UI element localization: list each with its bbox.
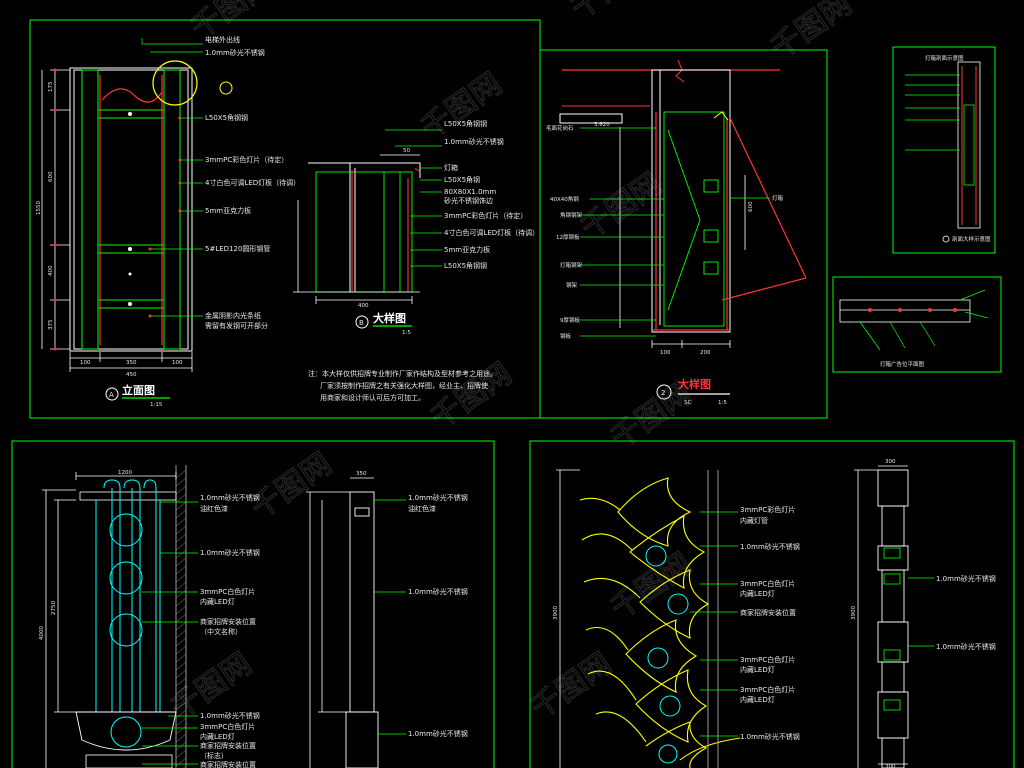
callout-c-7: （中文名称）	[200, 627, 242, 636]
callout-e-5: 内藏LED灯	[740, 589, 775, 598]
callout-a-3: L50X5角钢钢	[205, 113, 248, 122]
dim-bottom-3: 100	[172, 360, 183, 366]
dim-e-left: 3900	[553, 606, 559, 620]
dim-b-top: 50	[403, 148, 410, 154]
callout-e-4: 3mmPC白色灯片	[740, 579, 795, 588]
callout-2-4: 12厚钢板	[556, 233, 580, 241]
dim-f-bottom: 300	[885, 764, 896, 768]
callout-e-8: 内藏LED灯	[740, 665, 775, 674]
callout-c-3: 1.0mm砂光不锈钢	[200, 548, 260, 557]
callout-d-4: 1.0mm砂光不锈钢	[408, 729, 468, 738]
elevation-mark: 3.620	[594, 122, 610, 128]
section-scale-b: 1:5	[402, 330, 411, 336]
callout-2-7: 9厚钢板	[560, 316, 580, 324]
callout-e-2: 内藏灯管	[740, 516, 768, 525]
dim-f-left: 3900	[851, 606, 857, 620]
callout-e-7: 3mmPC白色灯片	[740, 655, 795, 664]
callout-2-6: 钢架	[566, 281, 578, 289]
callout-b-9: 5mm亚克力板	[444, 245, 490, 254]
callout-d-2: 油红色漆	[408, 504, 436, 513]
callout-b-7: 3mmPC彩色灯片（待定）	[444, 211, 527, 220]
cad-drawing-sheet: 175 600 1550 400 375 100 350 100 450 电梯外…	[0, 0, 1024, 768]
callout-2-8: 钢板	[560, 332, 572, 340]
callout-2-1: 毛面花岗石	[546, 124, 574, 132]
dim-bottom-1: 100	[80, 360, 91, 366]
callout-f-1: 1.0mm砂光不锈钢	[936, 574, 996, 583]
small-bottom-title: 灯箱广告位平面图	[880, 360, 925, 368]
callout-f-2: 1.0mm砂光不锈钢	[936, 642, 996, 651]
callout-b-10: L50X5角钢钢	[444, 261, 487, 270]
callout-e-10: 内藏LED灯	[740, 695, 775, 704]
callout-a-6: 5mm亚克力板	[205, 206, 251, 215]
callout-b-4: L50X5角钢	[444, 175, 480, 184]
dim-2-bottom-2: 200	[700, 350, 711, 356]
callout-b-5: 80X80X1.0mm	[444, 188, 496, 196]
callout-c-5: 内藏LED灯	[200, 597, 235, 606]
callout-e-11: 1.0mm砂光不锈钢	[740, 732, 800, 741]
dim-left-1: 175	[48, 81, 54, 92]
callout-a-5: 4寸白色可调LED灯板（待调）	[205, 178, 300, 187]
dim-2-right-1: 600	[748, 201, 754, 212]
dim-c-left-2: 2750	[51, 601, 57, 615]
callout-b-8: 4寸白色可调LED灯板（待调）	[444, 228, 539, 237]
dim-c-top: 1200	[118, 470, 132, 476]
callout-c-9: 3mmPC白色灯片	[200, 722, 255, 731]
dim-b-bottom: 400	[358, 303, 369, 309]
dim-left-2: 600	[48, 171, 54, 182]
callout-a-7: 5#LED120圆形钢管	[205, 244, 270, 253]
dim-total: 450	[126, 372, 137, 378]
callout-2-right: 灯箱	[772, 194, 784, 202]
callout-a-4: 3mmPC彩色灯片（待定）	[205, 155, 288, 164]
callout-d-1: 1.0mm砂光不锈钢	[408, 493, 468, 502]
section-title-a: 立面图	[122, 383, 155, 397]
section-title-b: 大样图	[373, 311, 406, 325]
callout-c-11: 商家招牌安装位置	[200, 741, 256, 750]
callout-c-8: 1.0mm砂光不锈钢	[200, 711, 260, 720]
callout-c-6: 商家招牌安装位置	[200, 617, 256, 626]
callout-e-6: 商家招牌安装位置	[740, 608, 796, 617]
callout-e-3: 1.0mm砂光不锈钢	[740, 542, 800, 551]
callout-c-13: 商家招牌安装位置	[200, 760, 256, 768]
note-line-3: 用商家和设计师认可后方可加工。	[320, 393, 425, 402]
dim-2-bottom-1: 100	[660, 350, 671, 356]
callout-e-1: 3mmPC彩色灯片	[740, 505, 795, 514]
callout-a-8: 金属阴影内光条纸	[205, 311, 261, 320]
dim-d-top: 350	[356, 471, 367, 477]
dim-c-left-1: 4000	[39, 626, 45, 640]
section-letter-b: B	[359, 319, 364, 327]
dim-bottom-2: 350	[126, 360, 137, 366]
callout-a-2: 1.0mm砂光不锈钢	[205, 48, 265, 57]
callout-2-5: 灯箱钢架	[560, 261, 583, 269]
callout-c-4: 3mmPC白色灯片	[200, 587, 255, 596]
dim-left-4: 400	[48, 265, 54, 276]
callout-b-6: 砂光不锈钢饰边	[444, 196, 493, 205]
section-scale-a: 1:15	[150, 402, 163, 408]
small-top-title: 灯箱剖面示意图	[925, 54, 964, 62]
small-top-label: 剖面大样示意图	[952, 235, 991, 243]
callout-c-2: 油红色漆	[200, 504, 228, 513]
dim-f-top: 300	[885, 459, 896, 465]
dim-left-3: 1550	[36, 201, 42, 215]
callout-a-9: 需留有发钢可开部分	[205, 321, 268, 330]
callout-e-9: 3mmPC白色灯片	[740, 685, 795, 694]
section-scale-2: 1:5	[718, 400, 727, 406]
callout-b-3: 灯箱	[444, 163, 458, 172]
callout-d-3: 1.0mm砂光不锈钢	[408, 587, 468, 596]
dim-left-5: 375	[48, 319, 54, 330]
section-letter-a: A	[109, 391, 114, 399]
callout-c-10: 内藏LED灯	[200, 732, 235, 741]
callout-b-2: 1.0mm砂光不锈钢	[444, 137, 504, 146]
callout-c-12: （标志）	[200, 751, 228, 760]
callout-2-2: 40X40角钢	[550, 195, 579, 203]
